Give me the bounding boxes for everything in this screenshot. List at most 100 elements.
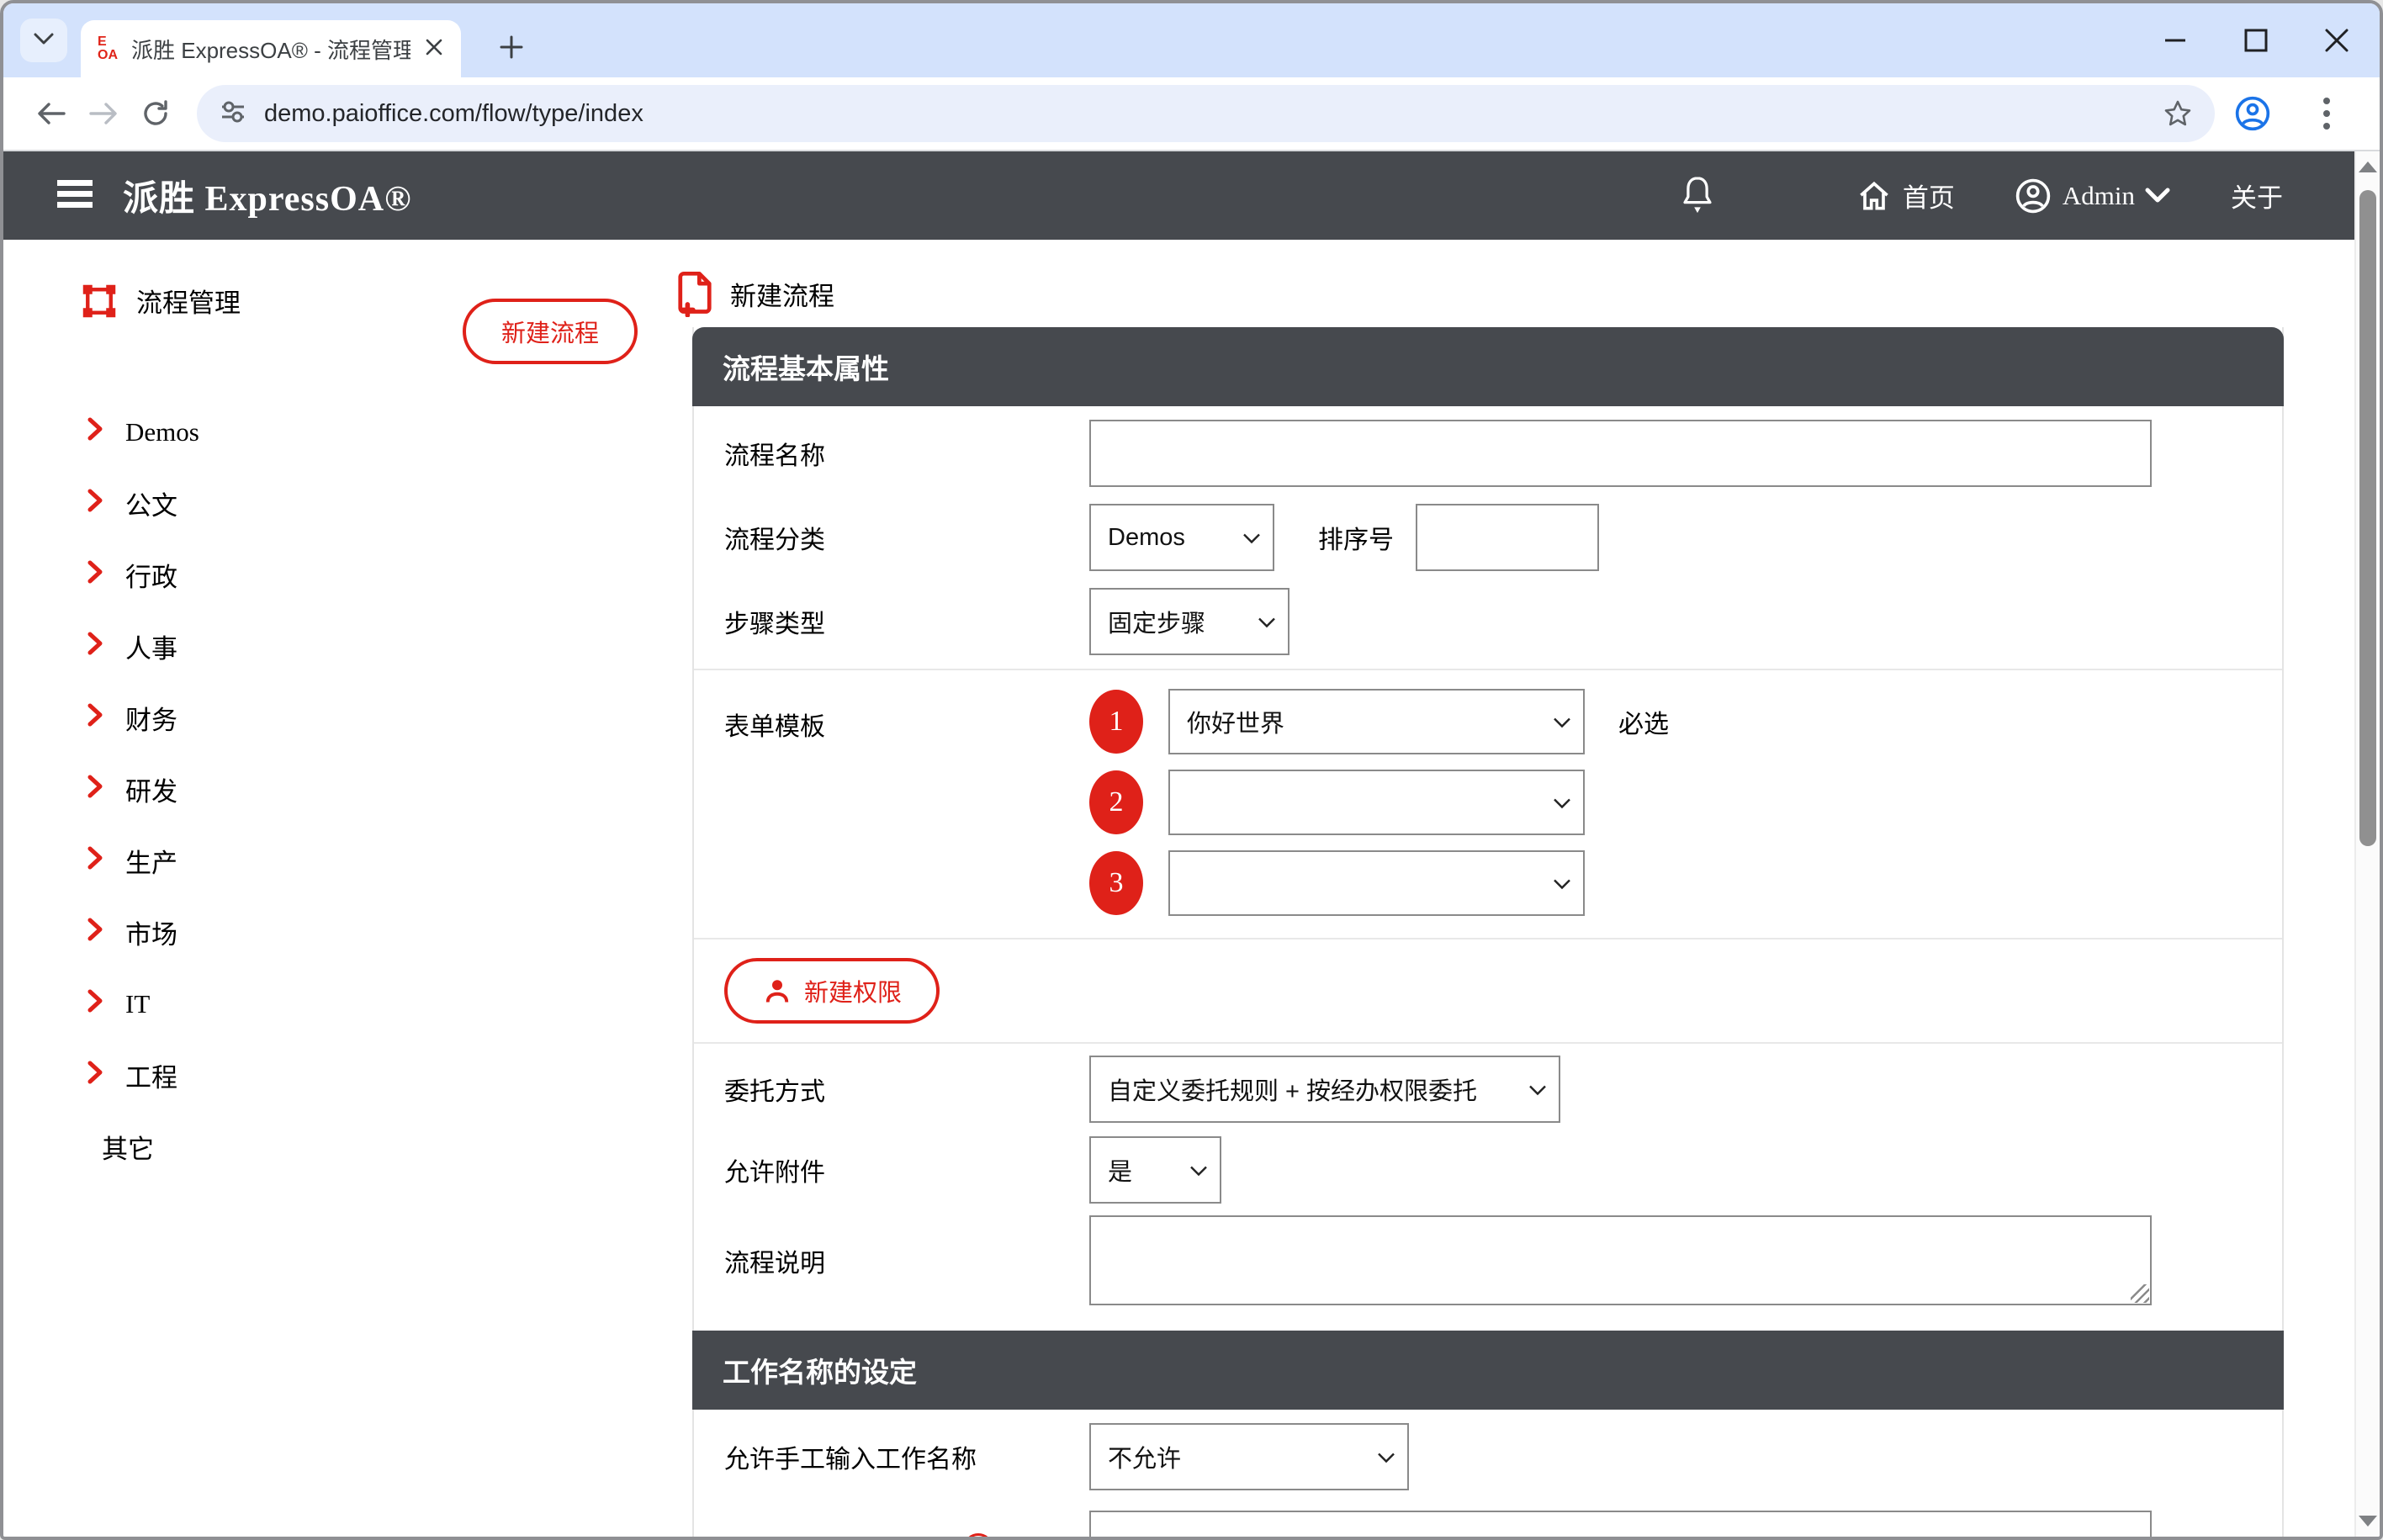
- bookmark-star-button[interactable]: [2163, 98, 2193, 129]
- scroll-down-arrow[interactable]: [2359, 1516, 2377, 1527]
- chevron-right-icon: [87, 560, 103, 590]
- chevron-right-icon: [87, 632, 103, 662]
- sidebar-item-xingzheng[interactable]: 行政: [3, 539, 670, 611]
- row-manual-name: 允许手工输入工作名称 不允许: [694, 1410, 2282, 1500]
- app-header: 派胜 ExpressOA® 首页: [3, 151, 2354, 240]
- info-icon[interactable]: i: [963, 1533, 993, 1537]
- resize-grip[interactable]: [2131, 1284, 2149, 1303]
- user-avatar-icon: [2014, 177, 2052, 215]
- page-title: 新建流程: [673, 270, 2354, 317]
- row-delegate: 委托方式 自定义委托规则 + 按经办权限委托: [694, 1044, 2282, 1130]
- sort-input[interactable]: [1416, 504, 1599, 571]
- delegate-select[interactable]: 自定义委托规则 + 按经办权限委托: [1089, 1056, 1560, 1123]
- manual-name-select[interactable]: 不允许: [1089, 1423, 1409, 1490]
- forward-button[interactable]: [77, 87, 130, 140]
- template-select-3[interactable]: [1168, 850, 1585, 916]
- notifications-button[interactable]: [1678, 174, 1717, 218]
- manual-name-label: 允许手工输入工作名称: [694, 1438, 1089, 1475]
- template-label: 表单模板: [694, 706, 1089, 743]
- back-button[interactable]: [25, 87, 77, 140]
- new-tab-button[interactable]: [490, 27, 533, 71]
- row-step-type: 步骤类型 固定步骤: [694, 579, 2282, 669]
- browser-toolbar: demo.paioffice.com/flow/type/index: [3, 77, 2380, 151]
- chevron-right-icon: [87, 918, 103, 948]
- row-description: 流程说明: [694, 1210, 2282, 1331]
- sidebar-item-demos[interactable]: Demos: [3, 396, 670, 468]
- chevron-down-icon: [1553, 789, 1571, 817]
- template-number-badge: 2: [1089, 770, 1143, 834]
- close-window-button[interactable]: [2322, 26, 2351, 55]
- close-icon: [424, 37, 444, 61]
- chevron-down-icon: [1189, 1156, 1208, 1184]
- template-select-1[interactable]: 你好世界: [1168, 689, 1585, 754]
- attachment-select[interactable]: 是: [1089, 1136, 1221, 1204]
- description-textarea[interactable]: [1089, 1215, 2152, 1305]
- flow-name-input[interactable]: [1089, 420, 2152, 487]
- sidebar-item-it[interactable]: IT: [3, 968, 670, 1040]
- site-settings-icon[interactable]: [219, 98, 247, 130]
- hamburger-menu-icon[interactable]: [56, 178, 94, 213]
- browser-menu-button[interactable]: [2304, 91, 2349, 136]
- template-select-2[interactable]: [1168, 770, 1585, 835]
- tab-strip: E OA 派胜 ExpressOA® - 流程管理: [3, 3, 2380, 77]
- new-document-icon: [673, 270, 717, 317]
- viewport: 派胜 ExpressOA® 首页: [3, 151, 2380, 1537]
- category-select[interactable]: Demos: [1089, 504, 1274, 571]
- delegate-label: 委托方式: [694, 1071, 1089, 1108]
- sidebar-item-shichang[interactable]: 市场: [3, 897, 670, 968]
- chevron-down-icon: [1377, 1443, 1395, 1471]
- sidebar-item-caiwu[interactable]: 财务: [3, 682, 670, 754]
- new-permission-button[interactable]: 新建权限: [724, 958, 940, 1024]
- section-header-basic: 流程基本属性: [692, 327, 2284, 406]
- app-logo: 派胜 ExpressOA®: [123, 170, 411, 221]
- sidebar-item-gongcheng[interactable]: 工程: [3, 1040, 670, 1111]
- sidebar-menu: Demos 公文 行政 人事 财务 研发 生产 市场 IT 工程 其它: [3, 396, 670, 1183]
- section-header-workname: 工作名称的设定: [692, 1331, 2284, 1410]
- template-number-badge: 3: [1089, 851, 1143, 915]
- section-form-template: 表单模板 1 你好世界 必选: [694, 669, 2282, 938]
- maximize-button[interactable]: [2242, 26, 2270, 55]
- template-number-badge: 1: [1089, 690, 1143, 754]
- sidebar-item-other[interactable]: 其它: [3, 1111, 670, 1183]
- nav-home-label: 首页: [1903, 177, 1955, 214]
- tip-link[interactable]: 提示: [1005, 1531, 1054, 1537]
- row-auto-name: 自动工作名称表达式 i 提示: [694, 1500, 2282, 1537]
- reload-button[interactable]: [130, 87, 182, 140]
- sidebar-item-shengchan[interactable]: 生产: [3, 825, 670, 897]
- nav-home[interactable]: 首页: [1856, 177, 1955, 214]
- browser-window: E OA 派胜 ExpressOA® - 流程管理: [0, 0, 2383, 1540]
- chevron-right-icon: [87, 846, 103, 876]
- sidebar-item-renshi[interactable]: 人事: [3, 611, 670, 682]
- window-controls: [2161, 3, 2351, 77]
- page-title-label: 新建流程: [730, 275, 834, 313]
- template-rows: 1 你好世界 必选 2: [1089, 689, 1669, 931]
- address-bar[interactable]: demo.paioffice.com/flow/type/index: [197, 85, 2215, 142]
- plus-icon: [499, 34, 524, 64]
- required-note: 必选: [1618, 703, 1669, 740]
- row-new-permission: 新建权限: [694, 938, 2282, 1044]
- chevron-down-icon: [33, 31, 55, 50]
- sidebar-item-gongwen[interactable]: 公文: [3, 468, 670, 539]
- page-scrollbar[interactable]: [2354, 151, 2380, 1537]
- profile-avatar-button[interactable]: [2230, 91, 2275, 136]
- favicon: E OA: [98, 35, 118, 62]
- bell-icon: [1678, 174, 1717, 218]
- category-label: 流程分类: [694, 519, 1089, 556]
- nav-about[interactable]: 关于: [2231, 177, 2283, 214]
- user-menu[interactable]: Admin: [2014, 177, 2170, 215]
- url-text[interactable]: demo.paioffice.com/flow/type/index: [264, 100, 2146, 128]
- minimize-button[interactable]: [2161, 26, 2190, 55]
- scroll-up-arrow[interactable]: [2359, 161, 2377, 172]
- tab-search-button[interactable]: [20, 19, 67, 62]
- home-icon: [1856, 177, 1893, 214]
- new-flow-button[interactable]: 新建流程: [463, 299, 638, 364]
- browser-tab[interactable]: E OA 派胜 ExpressOA® - 流程管理: [81, 20, 461, 77]
- scrollbar-thumb[interactable]: [2359, 190, 2376, 846]
- toolbar-right: [2230, 91, 2358, 136]
- auto-name-input[interactable]: [1089, 1511, 2152, 1537]
- chevron-down-icon: [1528, 1076, 1547, 1103]
- tab-close-button[interactable]: [424, 37, 444, 61]
- step-type-select[interactable]: 固定步骤: [1089, 588, 1289, 655]
- tab-title: 派胜 ExpressOA® - 流程管理: [131, 34, 410, 65]
- sidebar-item-yanfa[interactable]: 研发: [3, 754, 670, 825]
